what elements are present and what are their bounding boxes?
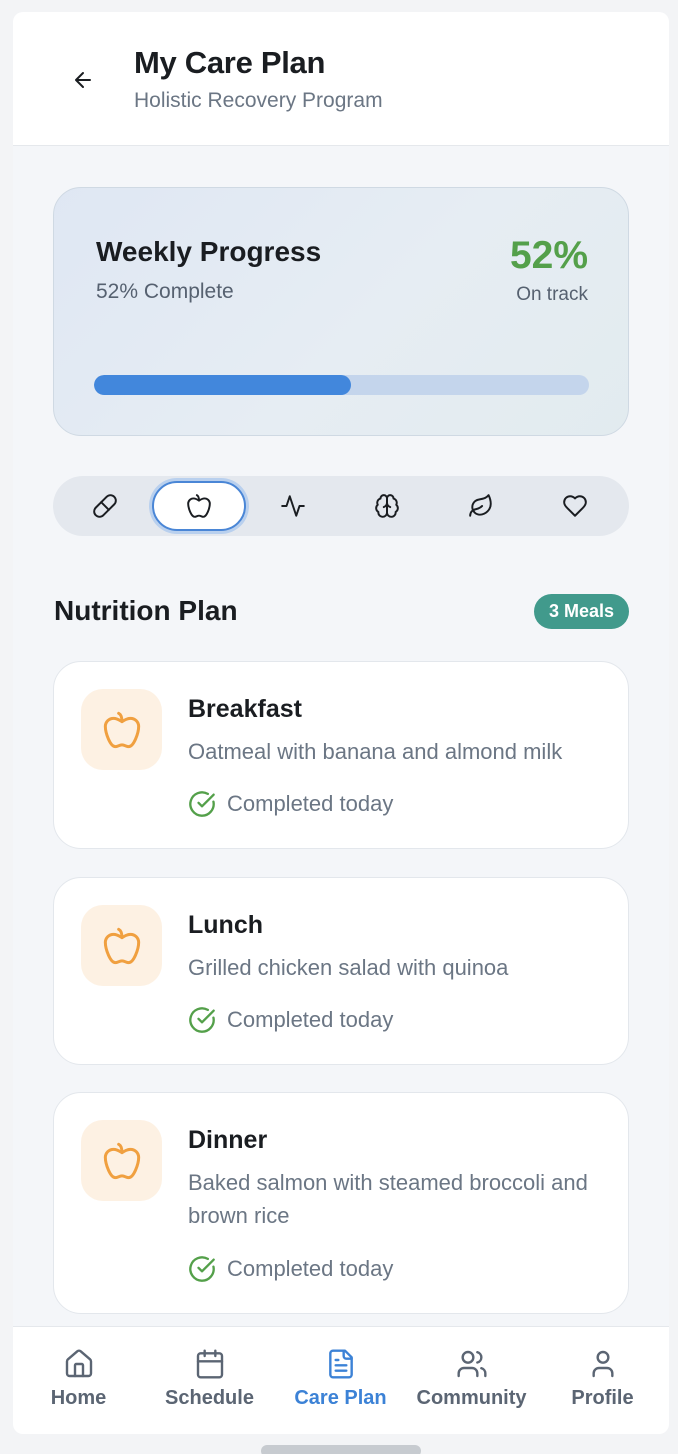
back-button[interactable] [63, 60, 103, 100]
progress-bar-fill [94, 375, 352, 395]
users-icon [456, 1350, 487, 1378]
meal-status-label: Completed today [227, 1256, 394, 1281]
home-indicator [261, 1445, 421, 1454]
progress-status: On track [516, 284, 588, 305]
tab-mental[interactable] [340, 481, 434, 531]
activity-icon [281, 495, 305, 517]
apple-icon [103, 711, 140, 748]
meal-card-dinner[interactable]: Dinner Baked salmon with steamed broccol… [53, 1092, 629, 1314]
meal-name: Dinner [188, 1126, 268, 1154]
category-tabs [53, 476, 629, 536]
nav-label: Care Plan [294, 1387, 387, 1409]
meal-description: Grilled chicken salad with quinoa [188, 955, 509, 980]
progress-percent: 52% [509, 234, 588, 277]
app-screen: My Care Plan Holistic Recovery Program W… [13, 12, 669, 1434]
nav-profile[interactable]: Profile [537, 1327, 668, 1434]
check-circle-icon [189, 1256, 215, 1282]
brain-icon [375, 494, 399, 518]
meal-name: Lunch [188, 911, 263, 939]
section-title: Nutrition Plan [54, 595, 238, 626]
leaf-icon [469, 494, 492, 517]
meal-icon-container [81, 1120, 162, 1201]
apple-icon [103, 927, 140, 964]
meal-description: Baked salmon with steamed broccoli and b… [188, 1170, 588, 1228]
nav-home[interactable]: Home [13, 1327, 144, 1434]
meals-count-badge: 3 Meals [533, 594, 629, 629]
pill-icon [93, 494, 117, 518]
meal-icon-container [81, 905, 162, 986]
nav-label: Schedule [165, 1387, 254, 1409]
tab-nutrition[interactable] [152, 481, 246, 531]
apple-icon [103, 1142, 140, 1179]
bottom-nav: Home Schedule Care Plan Community Profil… [13, 1326, 669, 1434]
arrow-left-icon [75, 72, 91, 88]
tab-wellness[interactable] [434, 481, 528, 531]
page-subtitle: Holistic Recovery Program [134, 89, 383, 112]
progress-bar [94, 375, 589, 395]
meal-status: Completed today [188, 1006, 393, 1034]
apple-icon [187, 494, 211, 518]
document-icon [328, 1349, 353, 1379]
nav-label: Home [50, 1387, 107, 1409]
meal-status: Completed today [188, 1255, 393, 1283]
tab-medication[interactable] [58, 481, 152, 531]
home-icon [65, 1349, 92, 1378]
meal-icon-container [81, 689, 162, 770]
tab-heart[interactable] [528, 481, 622, 531]
nav-label: Profile [571, 1387, 634, 1409]
user-icon [591, 1350, 614, 1378]
progress-title: Weekly Progress [96, 236, 322, 267]
meal-description: Oatmeal with banana and almond milk [188, 739, 563, 764]
meal-card-breakfast[interactable]: Breakfast Oatmeal with banana and almond… [53, 661, 629, 849]
nav-schedule[interactable]: Schedule [144, 1327, 275, 1434]
meal-card-lunch[interactable]: Lunch Grilled chicken salad with quinoa … [53, 877, 629, 1065]
tab-activity[interactable] [246, 481, 340, 531]
check-circle-icon [189, 1007, 215, 1033]
check-circle-icon [189, 791, 215, 817]
calendar-icon [196, 1349, 223, 1379]
meal-status-label: Completed today [227, 791, 394, 816]
meal-name: Breakfast [188, 695, 302, 723]
heart-icon [563, 495, 587, 517]
nav-community[interactable]: Community [406, 1327, 537, 1434]
nav-care-plan[interactable]: Care Plan [275, 1327, 406, 1434]
weekly-progress-card: Weekly Progress 52% Complete 52% On trac… [53, 187, 629, 436]
page-title: My Care Plan [134, 45, 326, 80]
header: My Care Plan Holistic Recovery Program [13, 12, 669, 146]
meal-status: Completed today [188, 790, 393, 818]
progress-subtitle: 52% Complete [96, 280, 234, 303]
nav-label: Community [416, 1387, 527, 1409]
meal-status-label: Completed today [227, 1007, 394, 1032]
